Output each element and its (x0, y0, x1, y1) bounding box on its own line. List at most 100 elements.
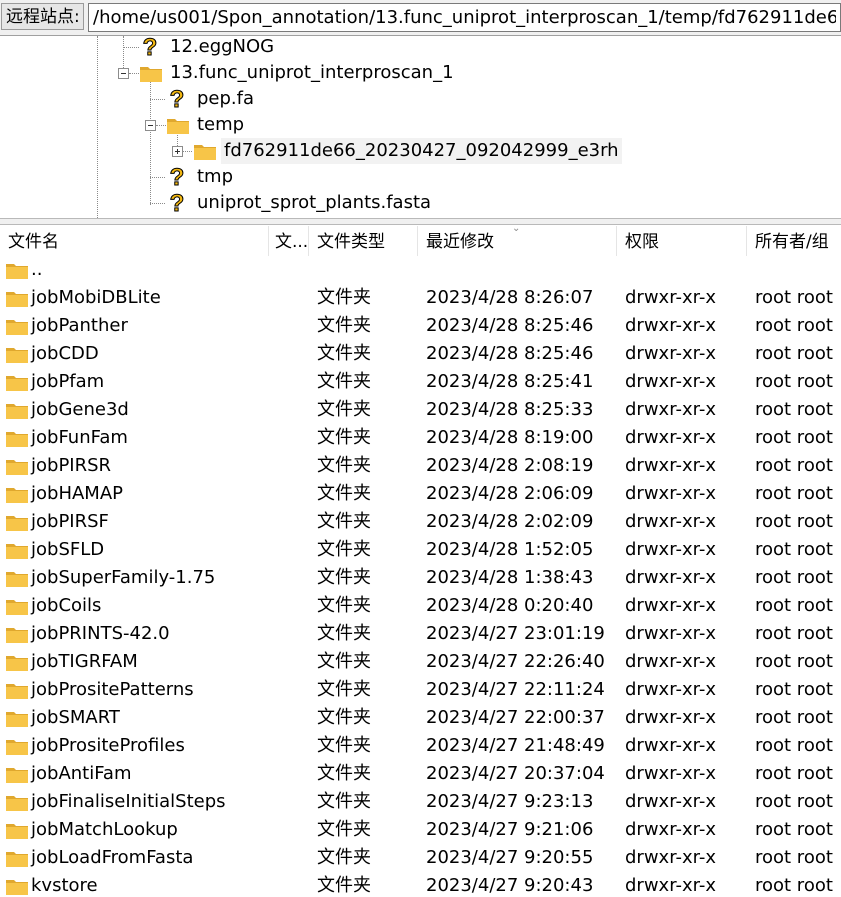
folder-icon (6, 460, 28, 475)
column-header-owner[interactable]: 所有者/组 (747, 226, 841, 256)
file-name: kvstore (31, 875, 98, 896)
file-permissions: drwxr-xr-x (625, 707, 716, 728)
expand-toggle[interactable] (172, 146, 183, 157)
file-row[interactable]: jobPfam 文件夹 2023/4/28 8:25:41 drwxr-xr-x roo… (0, 368, 841, 396)
file-row[interactable]: jobGene3d 文件夹 2023/4/28 8:25:33 drwxr-xr-x r… (0, 396, 841, 424)
file-name: jobMatchLookup (31, 819, 178, 840)
collapse-toggle[interactable] (118, 68, 129, 79)
file-row[interactable]: jobPRINTS-42.0 文件夹 2023/4/27 23:01:19 drwxr… (0, 620, 841, 648)
file-row[interactable]: jobTIGRFAM 文件夹 2023/4/27 22:26:40 drwxr-xr-… (0, 648, 841, 676)
file-owner: root root (755, 455, 833, 476)
pane-splitter[interactable] (0, 218, 841, 225)
file-modified: 2023/4/27 22:26:40 (426, 651, 605, 672)
folder-icon (6, 656, 28, 671)
file-owner: root root (755, 595, 833, 616)
file-modified: 2023/4/28 8:25:46 (426, 315, 594, 336)
file-name: jobCDD (31, 343, 99, 364)
file-name: jobPfam (31, 371, 105, 392)
tree-item-fd762911de66[interactable]: fd762911de66_20230427_092042999_e3rh (193, 138, 622, 164)
column-header-permissions[interactable]: 权限 (617, 226, 747, 256)
file-list[interactable]: .. jobMobiDBLite 文件夹 2023/4/28 8:26:07 drwxr… (0, 256, 841, 897)
remote-path-input[interactable] (88, 3, 841, 32)
file-modified: 2023/4/28 8:25:33 (426, 399, 594, 420)
file-row[interactable]: jobSuperFamily-1.75 文件夹 2023/4/28 1:38:43 d… (0, 564, 841, 592)
column-header-name[interactable]: 文件名 (0, 226, 269, 256)
sort-descending-icon: ⌄ (512, 223, 521, 234)
tree-item-temp[interactable]: temp (166, 112, 366, 138)
file-row[interactable]: jobFinaliseInitialSteps 文件夹 2023/4/27 9:23… (0, 788, 841, 816)
question-icon: ? (142, 36, 158, 58)
svg-text:?: ? (170, 192, 185, 214)
tree-item-tmp[interactable]: ? tmp (166, 164, 366, 190)
file-type: 文件夹 (317, 287, 371, 308)
file-row[interactable]: kvstore 文件夹 2023/4/27 9:20:43 drwxr-xr-x roo… (0, 872, 841, 897)
file-name: jobPRINTS-42.0 (31, 623, 170, 644)
folder-icon (167, 119, 189, 134)
file-row[interactable]: jobPIRSF 文件夹 2023/4/28 2:02:09 drwxr-xr-x ro… (0, 508, 841, 536)
tree-guide-line (123, 47, 139, 48)
file-type: 文件夹 (317, 651, 371, 672)
file-permissions: drwxr-xr-x (625, 483, 716, 504)
file-name: jobAntiFam (31, 763, 132, 784)
file-row[interactable]: jobPrositePatterns 文件夹 2023/4/27 22:11:24 d… (0, 676, 841, 704)
file-type: 文件夹 (317, 791, 371, 812)
file-permissions: drwxr-xr-x (625, 735, 716, 756)
file-permissions: drwxr-xr-x (625, 819, 716, 840)
file-modified: 2023/4/28 1:38:43 (426, 567, 594, 588)
file-owner: root root (755, 651, 833, 672)
file-row[interactable]: jobSFLD 文件夹 2023/4/28 1:52:05 drwxr-xr-x roo… (0, 536, 841, 564)
folder-icon (6, 824, 28, 839)
file-name: jobCoils (31, 595, 102, 616)
file-row[interactable]: jobLoadFromFasta 文件夹 2023/4/27 9:20:55 drwx… (0, 844, 841, 872)
file-row[interactable]: jobAntiFam 文件夹 2023/4/27 20:37:04 drwxr-xr-… (0, 760, 841, 788)
file-row[interactable]: jobCDD 文件夹 2023/4/28 8:25:46 drwxr-xr-x root… (0, 340, 841, 368)
file-row[interactable]: jobPIRSR 文件夹 2023/4/28 2:08:19 drwxr-xr-x ro… (0, 452, 841, 480)
tree-item-uniprot-sprot-plants[interactable]: ? uniprot_sprot_plants.fasta (166, 190, 466, 216)
file-row[interactable]: .. (0, 256, 841, 284)
file-row[interactable]: jobCoils 文件夹 2023/4/28 0:20:40 drwxr-xr-x ro… (0, 592, 841, 620)
file-owner: root root (755, 735, 833, 756)
collapse-toggle[interactable] (145, 120, 156, 131)
tree-item-13-func-uniprot-interproscan[interactable]: 13.func_uniprot_interproscan_1 (139, 60, 459, 86)
file-permissions: drwxr-xr-x (625, 595, 716, 616)
file-type: 文件夹 (317, 315, 371, 336)
file-modified: 2023/4/27 20:37:04 (426, 763, 605, 784)
svg-text:?: ? (143, 36, 158, 58)
file-row[interactable]: jobSMART 文件夹 2023/4/27 22:00:37 drwxr-xr-x r… (0, 704, 841, 732)
column-header-type[interactable]: 文件类型 (309, 226, 418, 256)
file-modified: 2023/4/27 9:20:43 (426, 875, 594, 896)
tree-item-12-eggnog[interactable]: ? 12.eggNOG (139, 36, 439, 60)
file-modified: 2023/4/28 8:26:07 (426, 287, 594, 308)
file-owner: root root (755, 791, 833, 812)
file-row[interactable]: jobPrositeProfiles 文件夹 2023/4/27 21:48:49 d… (0, 732, 841, 760)
tree-item-label: 12.eggNOG (170, 36, 275, 57)
file-modified: 2023/4/28 8:25:46 (426, 343, 594, 364)
file-owner: root root (755, 399, 833, 420)
remote-directory-tree[interactable]: ? 12.eggNOG 13.func_uniprot_interproscan… (0, 36, 841, 218)
folder-icon (6, 544, 28, 559)
file-permissions: drwxr-xr-x (625, 287, 716, 308)
file-type: 文件夹 (317, 399, 371, 420)
tree-item-pep-fa[interactable]: ? pep.fa (166, 86, 366, 112)
file-modified: 2023/4/27 9:21:06 (426, 819, 594, 840)
file-type: 文件夹 (317, 483, 371, 504)
file-type: 文件夹 (317, 343, 371, 364)
tree-item-label: fd762911de66_20230427_092042999_e3rh (221, 138, 622, 164)
file-modified: 2023/4/27 9:20:55 (426, 847, 594, 868)
file-row[interactable]: jobHAMAP 文件夹 2023/4/28 2:06:09 drwxr-xr-x ro… (0, 480, 841, 508)
tree-guide-line (156, 125, 166, 126)
file-row[interactable]: jobPanther 文件夹 2023/4/28 8:25:46 drwxr-xr-x… (0, 312, 841, 340)
file-row[interactable]: jobFunFam 文件夹 2023/4/28 8:19:00 drwxr-xr-x r… (0, 424, 841, 452)
question-icon: ? (169, 166, 185, 188)
question-icon: ? (169, 192, 185, 214)
file-name: jobSFLD (31, 539, 105, 560)
file-type: 文件夹 (317, 763, 371, 784)
file-type: 文件夹 (317, 707, 371, 728)
file-name: jobHAMAP (31, 483, 123, 504)
column-header-size[interactable]: 文... (269, 226, 309, 256)
file-permissions: drwxr-xr-x (625, 371, 716, 392)
file-owner: root root (755, 511, 833, 532)
file-row[interactable]: jobMatchLookup 文件夹 2023/4/27 9:21:06 drwxr-… (0, 816, 841, 844)
file-modified: 2023/4/28 2:06:09 (426, 483, 594, 504)
file-row[interactable]: jobMobiDBLite 文件夹 2023/4/28 8:26:07 drwxr-x… (0, 284, 841, 312)
